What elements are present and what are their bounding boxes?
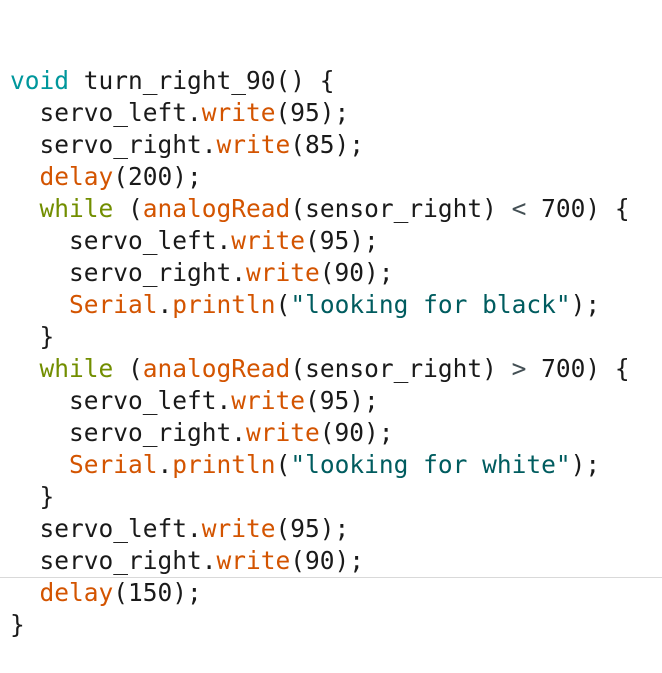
code-text-token: turn_right_90() { bbox=[69, 66, 335, 95]
code-text-token: ( bbox=[275, 450, 291, 479]
code-text-token: (90); bbox=[319, 258, 394, 287]
function-token: write bbox=[216, 546, 291, 575]
code-text-token: servo_left. bbox=[10, 514, 202, 543]
code-text-token: (90); bbox=[290, 546, 365, 575]
code-text-token: (sensor_right) bbox=[290, 194, 512, 223]
code-text-token: 700) { bbox=[526, 354, 630, 383]
code-text-token: (95); bbox=[305, 386, 379, 415]
code-text-token: servo_right. bbox=[10, 130, 217, 159]
code-text-token: (95); bbox=[305, 226, 379, 255]
code-line: } bbox=[10, 321, 660, 353]
code-line: servo_right.write(90); bbox=[10, 417, 660, 449]
code-text-token: (95); bbox=[275, 514, 350, 543]
function-token: write bbox=[231, 226, 306, 255]
code-text-token: servo_left. bbox=[10, 226, 232, 255]
function-token: write bbox=[201, 98, 276, 127]
code-line: } bbox=[10, 609, 660, 641]
string-literal-token: "looking for black" bbox=[290, 290, 571, 319]
code-line: Serial.println("looking for black"); bbox=[10, 289, 660, 321]
code-text-token: ); bbox=[570, 290, 601, 319]
code-line: Serial.println("looking for white"); bbox=[10, 449, 660, 481]
code-line: while (analogRead(sensor_right) < 700) { bbox=[10, 193, 660, 225]
code-line: servo_right.write(85); bbox=[10, 129, 660, 161]
function-token: println bbox=[172, 290, 276, 319]
code-text-token: (200); bbox=[113, 162, 202, 191]
code-text-token: servo_left. bbox=[10, 98, 202, 127]
code-text-token: (85); bbox=[290, 130, 365, 159]
code-line: void turn_right_90() { bbox=[10, 65, 660, 97]
bottom-divider bbox=[0, 577, 662, 578]
code-text-token: ( bbox=[275, 290, 291, 319]
code-line: servo_right.write(90); bbox=[10, 257, 660, 289]
keyword-control-token: while bbox=[39, 354, 114, 383]
function-token: Serial bbox=[69, 450, 158, 479]
keyword-control-token: while bbox=[39, 194, 114, 223]
code-text-token: . bbox=[157, 450, 173, 479]
code-text-token: servo_right. bbox=[10, 258, 247, 287]
code-line: servo_right.write(90); bbox=[10, 545, 660, 577]
operator-token: < bbox=[511, 194, 527, 223]
string-literal-token: "looking for white" bbox=[290, 450, 571, 479]
function-token: write bbox=[201, 514, 276, 543]
code-text-token: servo_right. bbox=[10, 546, 217, 575]
code-block: void turn_right_90() { servo_left.write(… bbox=[10, 65, 660, 641]
code-text-token: ( bbox=[113, 194, 143, 223]
function-token: write bbox=[216, 130, 291, 159]
function-token: analogRead bbox=[142, 194, 291, 223]
code-text-token: (90); bbox=[319, 418, 394, 447]
function-token: write bbox=[246, 258, 320, 287]
function-token: write bbox=[231, 386, 306, 415]
code-text-token: ( bbox=[113, 354, 143, 383]
code-text-token: servo_left. bbox=[10, 386, 232, 415]
keyword-type-token: void bbox=[10, 66, 70, 95]
code-line: servo_left.write(95); bbox=[10, 513, 660, 545]
code-line: servo_left.write(95); bbox=[10, 385, 660, 417]
function-token: write bbox=[246, 418, 320, 447]
code-text-token: servo_right. bbox=[10, 418, 247, 447]
code-text-token: . bbox=[157, 290, 173, 319]
function-token: println bbox=[172, 450, 276, 479]
code-line: delay(150); bbox=[10, 577, 660, 609]
function-token: delay bbox=[39, 578, 114, 607]
operator-token: > bbox=[511, 354, 527, 383]
code-text-token: (95); bbox=[275, 98, 350, 127]
code-line: while (analogRead(sensor_right) > 700) { bbox=[10, 353, 660, 385]
code-line: } bbox=[10, 481, 660, 513]
code-text-token: 700) { bbox=[526, 194, 630, 223]
code-text-token: (sensor_right) bbox=[290, 354, 512, 383]
function-token: Serial bbox=[69, 290, 158, 319]
function-token: delay bbox=[39, 162, 114, 191]
code-line: delay(200); bbox=[10, 161, 660, 193]
code-line: servo_left.write(95); bbox=[10, 97, 660, 129]
code-text-token: } bbox=[10, 610, 25, 639]
code-editor[interactable]: void turn_right_90() { servo_left.write(… bbox=[10, 1, 660, 673]
code-text-token: (150); bbox=[113, 578, 202, 607]
code-text-token: } bbox=[10, 322, 55, 351]
function-token: analogRead bbox=[142, 354, 291, 383]
code-text-token: } bbox=[10, 482, 55, 511]
code-line: servo_left.write(95); bbox=[10, 225, 660, 257]
code-text-token: ); bbox=[570, 450, 601, 479]
